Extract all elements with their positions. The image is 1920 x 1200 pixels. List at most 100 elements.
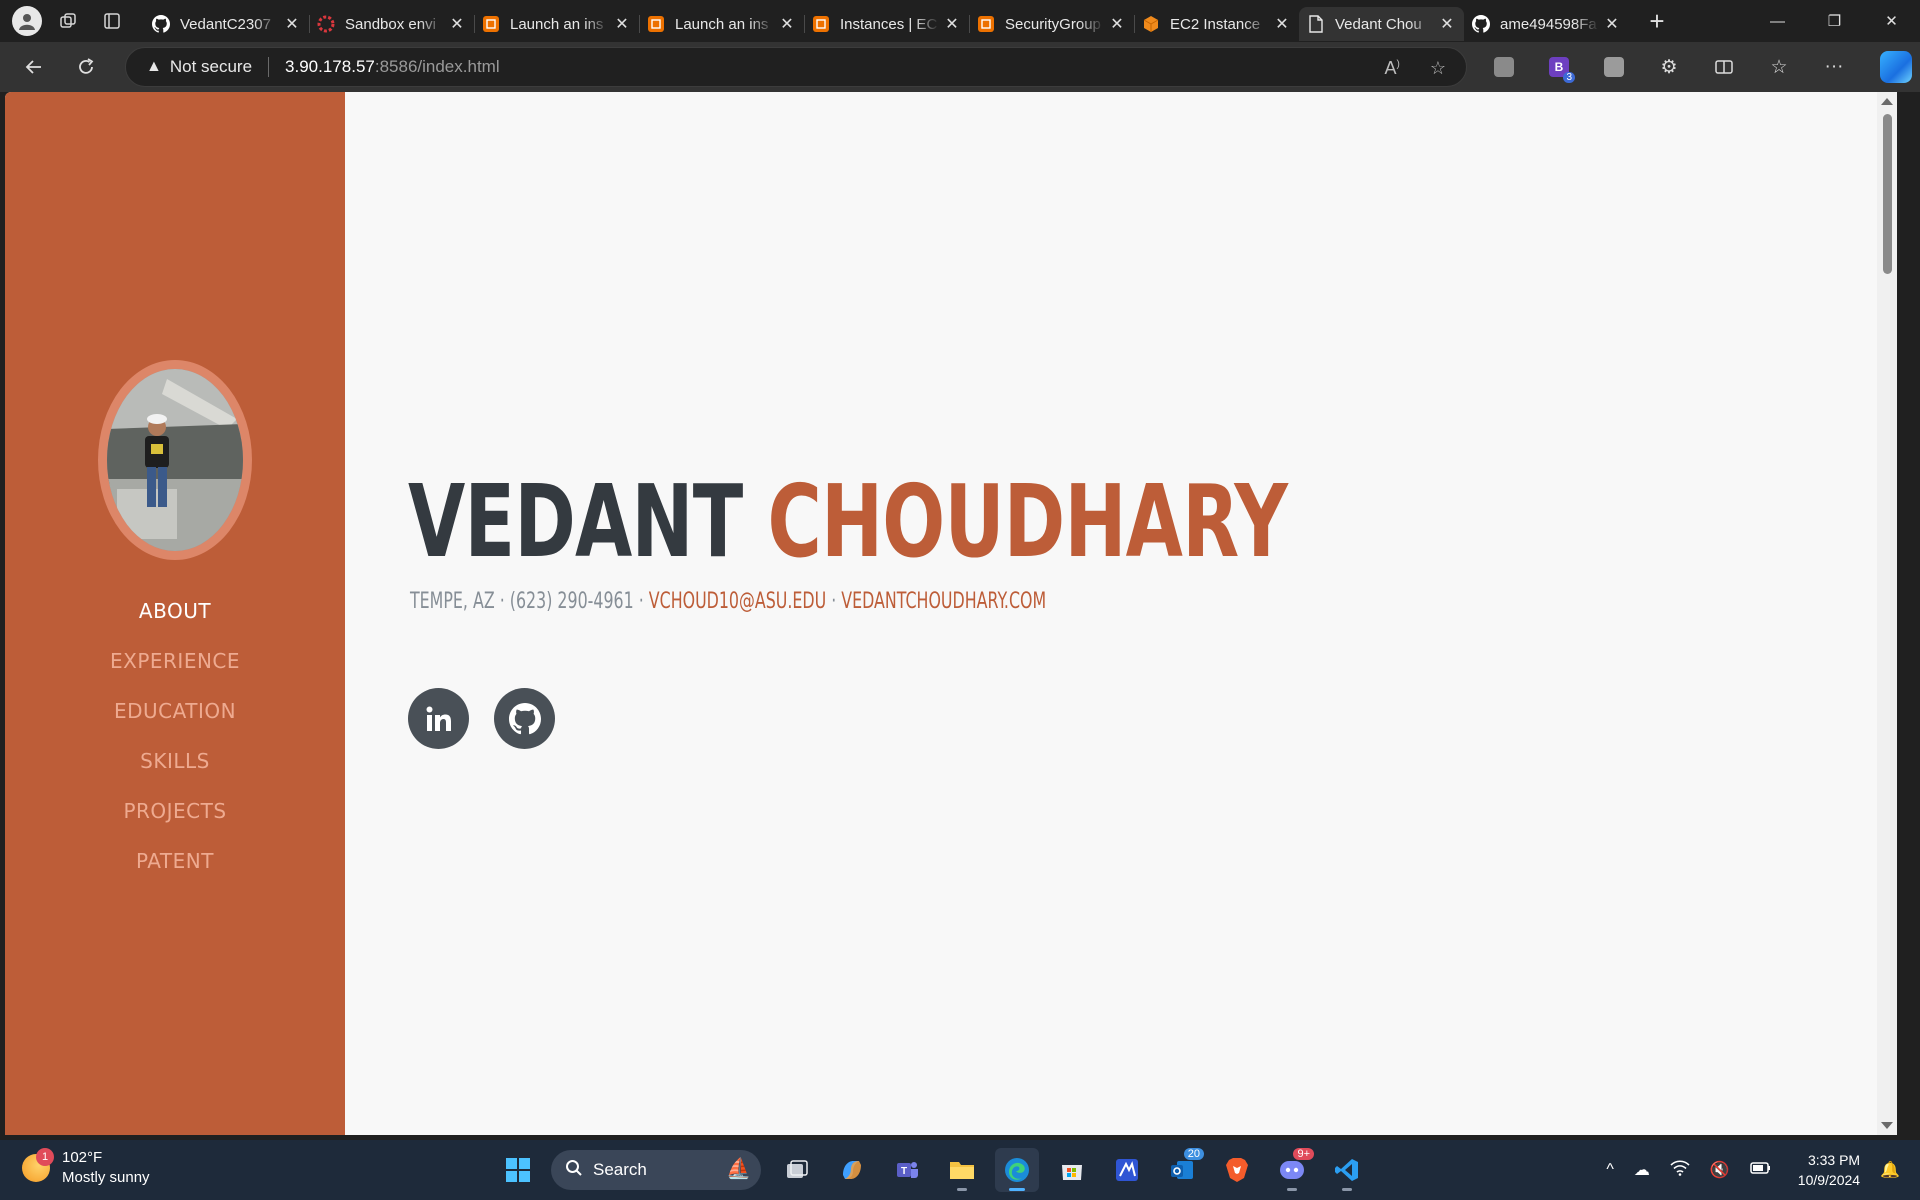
battery-icon[interactable] — [1750, 1161, 1772, 1180]
windows-start-icon[interactable] — [496, 1148, 540, 1192]
nav-item-projects[interactable]: PROJECTS — [5, 786, 345, 836]
outlook-icon[interactable]: 20 — [1160, 1148, 1204, 1192]
close-tab-icon[interactable]: ✕ — [448, 14, 466, 34]
close-tab-icon[interactable]: ✕ — [1603, 14, 1621, 34]
url-host: 3.90.178.57 — [285, 57, 375, 76]
security-status[interactable]: Not secure — [170, 57, 252, 77]
restore-button[interactable]: ❐ — [1806, 0, 1863, 42]
nav-item-experience[interactable]: EXPERIENCE — [5, 636, 345, 686]
tab-6[interactable]: SecurityGroup ✕ — [969, 7, 1134, 41]
extension-k-icon[interactable] — [1594, 47, 1634, 87]
new-tab-button[interactable]: + — [1639, 3, 1675, 39]
separator: · — [826, 589, 842, 614]
last-name: CHOUDHARY — [767, 463, 1288, 580]
minimize-button[interactable]: — — [1749, 0, 1806, 42]
nav-item-education[interactable]: EDUCATION — [5, 686, 345, 736]
volume-muted-icon[interactable]: 🔇 — [1710, 1160, 1730, 1180]
taskbar: 1 102°F Mostly sunny Search ⛵ T 20 9+ ^ … — [0, 1140, 1920, 1200]
tab-7[interactable]: EC2 Instance ✕ — [1134, 7, 1299, 41]
favorites-icon[interactable]: ☆ — [1759, 47, 1799, 87]
warning-icon[interactable]: ▲ — [146, 58, 162, 76]
close-tab-icon[interactable]: ✕ — [613, 14, 631, 34]
phone-text: (623) 290-4961 — [509, 589, 634, 614]
tab-title: VedantC2307 — [180, 15, 271, 33]
search-label: Search — [593, 1160, 647, 1179]
tab-1[interactable]: VedantC2307 ✕ — [144, 7, 309, 41]
running-indicator — [1342, 1188, 1352, 1191]
task-view-icon[interactable] — [775, 1148, 819, 1192]
email-link[interactable]: VCHOUD10@ASU.EDU — [649, 589, 826, 614]
clock[interactable]: 3:33 PM 10/9/2024 — [1798, 1150, 1860, 1190]
profile-icon[interactable] — [12, 6, 42, 36]
edge-browser-icon[interactable] — [995, 1148, 1039, 1192]
tab-title: Instances | EC — [840, 15, 938, 33]
linkedin-icon[interactable] — [408, 688, 469, 749]
tab-2[interactable]: Sandbox envi ✕ — [309, 7, 474, 41]
discord-badge: 9+ — [1293, 1148, 1314, 1160]
tab-4[interactable]: Launch an ins ✕ — [639, 7, 804, 41]
more-menu-icon[interactable]: ··· — [1814, 47, 1854, 87]
vscode-icon[interactable] — [1325, 1148, 1369, 1192]
github-icon — [1472, 15, 1490, 33]
vertical-tabs-icon[interactable] — [94, 3, 130, 39]
address-bar[interactable]: ▲ Not secure 3.90.178.57:8586/index.html… — [125, 47, 1467, 87]
running-indicator — [957, 1188, 967, 1191]
extension-b-icon[interactable]: B3 — [1539, 47, 1579, 87]
website-link[interactable]: VEDANTCHOUDHARY.COM — [841, 589, 1046, 614]
taskbar-search[interactable]: Search ⛵ — [551, 1150, 761, 1190]
onedrive-icon[interactable]: ☁ — [1634, 1160, 1650, 1180]
tab-5[interactable]: Instances | EC ✕ — [804, 7, 969, 41]
section-nav: ABOUT EXPERIENCE EDUCATION SKILLS PROJECTS PA… — [5, 586, 345, 886]
workspaces-icon[interactable] — [50, 3, 86, 39]
tab-8[interactable]: Vedant Chou ✕ — [1299, 7, 1464, 41]
notifications-bell-icon[interactable]: 🔔 — [1880, 1160, 1900, 1180]
weather-temp: 102°F — [62, 1149, 103, 1166]
github-icon[interactable] — [494, 688, 555, 749]
microsoft-store-icon[interactable] — [1050, 1148, 1094, 1192]
sidebar: ABOUT EXPERIENCE EDUCATION SKILLS PROJECTS PA… — [5, 92, 345, 1135]
vscode-blue-app-icon[interactable] — [1105, 1148, 1149, 1192]
weather-condition: Mostly sunny — [62, 1169, 150, 1186]
close-window-button[interactable]: ✕ — [1863, 0, 1920, 42]
page-icon — [1307, 15, 1325, 33]
nav-item-patent[interactable]: PATENT — [5, 836, 345, 886]
weather-sun-icon: 1 — [22, 1148, 54, 1182]
system-tray: ^ ☁ 🔇 3:33 PM 10/9/2024 🔔 — [1586, 1140, 1900, 1200]
browser-toolbar: ▲ Not secure 3.90.178.57:8586/index.html… — [0, 42, 1920, 92]
tab-3[interactable]: Launch an ins ✕ — [474, 7, 639, 41]
show-hidden-icons[interactable]: ^ — [1606, 1161, 1614, 1179]
clock-time: 3:33 PM — [1807, 1152, 1861, 1168]
weather-widget[interactable]: 1 102°F Mostly sunny — [22, 1148, 150, 1188]
close-tab-icon[interactable]: ✕ — [283, 14, 301, 34]
brave-icon[interactable] — [1215, 1148, 1259, 1192]
close-tab-icon[interactable]: ✕ — [1273, 14, 1291, 34]
extension-gray-icon[interactable] — [1484, 47, 1524, 87]
wifi-icon[interactable] — [1670, 1159, 1690, 1181]
copilot-app-icon[interactable] — [830, 1148, 874, 1192]
close-tab-icon[interactable]: ✕ — [1438, 14, 1456, 34]
close-tab-icon[interactable]: ✕ — [943, 14, 961, 34]
split-screen-icon[interactable] — [1704, 47, 1744, 87]
extensions-puzzle-icon[interactable]: ⚙ — [1649, 47, 1689, 87]
file-explorer-icon[interactable] — [940, 1148, 984, 1192]
scroll-down-icon[interactable] — [1881, 1122, 1893, 1129]
nav-item-about[interactable]: ABOUT — [5, 586, 345, 636]
favorite-star-icon[interactable]: ☆ — [1430, 58, 1446, 79]
page-scrollbar[interactable] — [1877, 92, 1897, 1135]
scrollbar-thumb[interactable] — [1883, 114, 1892, 274]
scroll-up-icon[interactable] — [1881, 98, 1893, 105]
profile-photo-frame — [98, 360, 252, 560]
discord-icon[interactable]: 9+ — [1270, 1148, 1314, 1192]
clock-date: 10/9/2024 — [1797, 1172, 1861, 1188]
read-aloud-icon[interactable]: A) — [1385, 58, 1400, 79]
back-button[interactable] — [16, 49, 52, 85]
url-path: :8586/index.html — [374, 57, 500, 76]
close-tab-icon[interactable]: ✕ — [1108, 14, 1126, 34]
nav-item-skills[interactable]: SKILLS — [5, 736, 345, 786]
close-tab-icon[interactable]: ✕ — [778, 14, 796, 34]
tab-9[interactable]: ame494598Fa ✕ — [1464, 7, 1629, 41]
teams-icon[interactable]: T — [885, 1148, 929, 1192]
location-text: TEMPE, AZ — [410, 589, 495, 614]
copilot-icon[interactable] — [1880, 51, 1912, 83]
refresh-button[interactable] — [68, 49, 104, 85]
